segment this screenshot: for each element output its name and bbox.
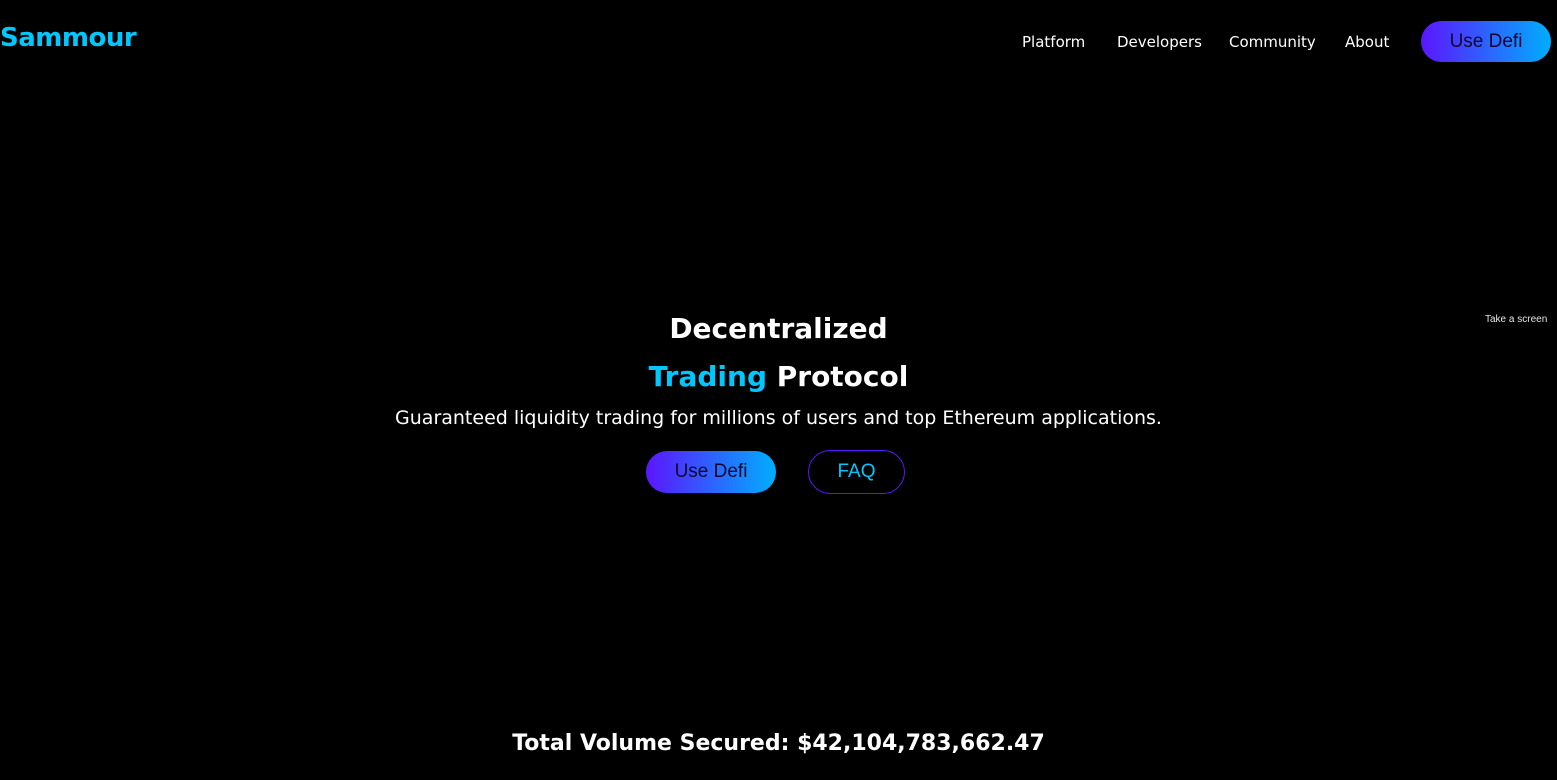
hero-title-accent: Trading: [648, 360, 767, 393]
hero-title-line2: Trading Protocol: [0, 360, 1557, 393]
hero-faq-button[interactable]: FAQ: [808, 450, 905, 494]
nav-link-platform[interactable]: Platform: [1022, 33, 1085, 51]
total-volume-stat: Total Volume Secured: $42,104,783,662.47: [0, 731, 1557, 756]
hero-subtitle: Guaranteed liquidity trading for million…: [395, 407, 1162, 429]
nav-link-community[interactable]: Community: [1229, 33, 1316, 51]
nav-use-defi-button[interactable]: Use Defi: [1421, 21, 1551, 62]
nav-links: Platform Developers Community About: [0, 33, 1557, 53]
navbar: Sammour Platform Developers Community Ab…: [0, 0, 1557, 84]
nav-link-about[interactable]: About: [1345, 33, 1389, 51]
hero-use-defi-button[interactable]: Use Defi: [646, 451, 776, 493]
hero-title-rest: Protocol: [776, 360, 909, 393]
nav-link-developers[interactable]: Developers: [1117, 33, 1202, 51]
total-volume-label: Total Volume Secured:: [512, 731, 790, 756]
hero-title-line1: Decentralized: [669, 312, 888, 345]
total-volume-value: $42,104,783,662.47: [797, 731, 1045, 756]
